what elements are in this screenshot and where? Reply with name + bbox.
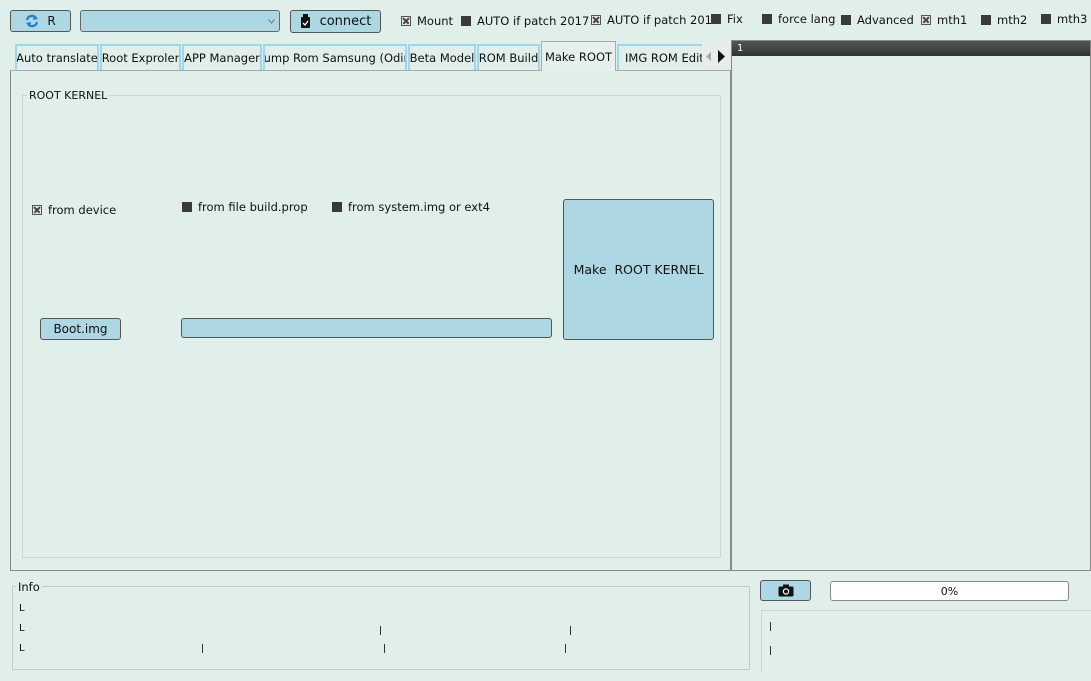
refresh-icon	[26, 14, 39, 28]
mount-checkbox-label: Mount	[417, 14, 454, 28]
auto-patch-2016-checkbox-box[interactable]	[591, 15, 601, 25]
from-build-prop-checkbox-box[interactable]	[182, 202, 192, 212]
tab-scroll-next[interactable]	[714, 44, 729, 68]
info-separator	[384, 644, 385, 653]
tab-scroll-prev[interactable]	[702, 44, 714, 68]
tab-make-root-label: Make ROOT	[544, 49, 613, 64]
mth2-checkbox[interactable]: mth2	[981, 13, 1027, 27]
info-separator	[570, 626, 571, 635]
status-panel	[761, 610, 1091, 672]
tab-rom-build-label: ROM Build	[478, 51, 539, 65]
advanced-checkbox-label: Advanced	[857, 13, 914, 27]
mount-checkbox[interactable]: Mount	[401, 14, 453, 28]
tab-dump-rom-samsung[interactable]: Dump Rom Samsung (Odin)	[263, 44, 407, 70]
force-lang-checkbox-label: force lang	[778, 12, 836, 26]
refresh-label: R	[47, 14, 56, 28]
from-system-img-checkbox-label: from system.img or ext4	[348, 200, 490, 214]
arrow-right-icon	[718, 49, 725, 63]
from-device-checkbox-box[interactable]	[32, 205, 42, 215]
from-build-prop-checkbox[interactable]: from file build.prop	[182, 200, 308, 214]
fix-checkbox[interactable]: Fix	[711, 12, 743, 26]
mth3-checkbox-box[interactable]	[1041, 14, 1051, 24]
from-build-prop-checkbox-label: from file build.prop	[198, 200, 308, 214]
tab-beta-model-label: Beta Model	[409, 51, 475, 65]
tab-app-manager-label: APP Manager	[184, 51, 260, 65]
tab-make-root[interactable]: Make ROOT	[541, 41, 616, 71]
connect-button[interactable]: connect	[290, 10, 381, 33]
info-separator	[202, 644, 203, 653]
screenshot-button[interactable]	[760, 580, 811, 601]
root-kernel-group-title: ROOT KERNEL	[27, 89, 110, 102]
mth1-checkbox-box[interactable]	[921, 15, 931, 25]
tab-dump-rom-samsung-label: Dump Rom Samsung (Odin)	[263, 51, 405, 65]
auto-patch-2017-checkbox[interactable]: AUTO if patch 2017	[461, 14, 589, 28]
info-line-3: L	[19, 643, 25, 654]
from-device-checkbox-label: from device	[48, 203, 117, 217]
camera-icon	[778, 584, 793, 597]
mth1-checkbox[interactable]: mth1	[921, 13, 967, 27]
log-panel[interactable]	[731, 40, 1091, 571]
tab-app-manager[interactable]: APP Manager	[182, 44, 262, 70]
advanced-checkbox-box[interactable]	[841, 15, 851, 25]
boot-img-path-field[interactable]	[181, 318, 552, 338]
refresh-button[interactable]: R	[10, 10, 71, 32]
info-group-title: Info	[16, 580, 42, 594]
tab-auto-translate[interactable]: Auto translate	[15, 44, 99, 70]
mth2-checkbox-box[interactable]	[981, 15, 991, 25]
boot-img-button-label: Boot.img	[53, 322, 108, 336]
from-system-img-checkbox[interactable]: from system.img or ext4	[332, 200, 490, 214]
status-separator	[770, 646, 771, 655]
tab-root-exproler[interactable]: Root Exproler	[100, 44, 181, 70]
arrow-left-icon	[705, 51, 711, 61]
auto-patch-2017-checkbox-label: AUTO if patch 2017	[477, 14, 590, 28]
info-separator	[380, 626, 381, 635]
log-panel-header: 1	[732, 41, 1090, 56]
mth3-checkbox[interactable]: mth3	[1041, 12, 1087, 26]
info-line-1: L	[19, 603, 25, 614]
boot-img-button[interactable]: Boot.img	[40, 318, 121, 340]
device-select[interactable]	[80, 10, 280, 32]
tab-root-exproler-label: Root Exproler	[101, 51, 180, 65]
tab-auto-translate-label: Auto translate	[16, 51, 98, 65]
make-root-kernel-button-label: Make ROOT KERNEL	[573, 262, 704, 277]
log-panel-header-text: 1	[737, 43, 744, 54]
make-root-kernel-button[interactable]: Make ROOT KERNEL	[563, 199, 714, 340]
auto-patch-2017-checkbox-box[interactable]	[461, 16, 471, 26]
info-group	[12, 586, 750, 670]
from-device-checkbox[interactable]: from device	[32, 203, 116, 217]
progress-bar: 0%	[830, 581, 1069, 601]
tab-img-rom-editor-label: IMG ROM Editor	[625, 51, 703, 65]
connect-label: connect	[319, 14, 372, 29]
fix-checkbox-box[interactable]	[711, 14, 721, 24]
info-separator	[565, 644, 566, 653]
mount-checkbox-box[interactable]	[401, 16, 411, 26]
progress-text: 0%	[940, 585, 959, 598]
auto-patch-2016-checkbox[interactable]: AUTO if patch 2016	[591, 13, 719, 27]
advanced-checkbox[interactable]: Advanced	[841, 13, 914, 27]
fix-checkbox-label: Fix	[727, 12, 743, 26]
info-line-2: L	[19, 623, 25, 634]
chevron-down-icon	[268, 19, 275, 24]
tab-rom-build[interactable]: ROM Build	[477, 44, 540, 70]
tab-img-rom-editor[interactable]: IMG ROM Editor	[617, 44, 703, 70]
status-separator	[770, 622, 771, 631]
auto-patch-2016-checkbox-label: AUTO if patch 2016	[607, 13, 720, 27]
force-lang-checkbox-box[interactable]	[762, 14, 772, 24]
from-system-img-checkbox-box[interactable]	[332, 202, 342, 212]
mth3-checkbox-label: mth3	[1057, 12, 1088, 26]
tab-beta-model[interactable]: Beta Model	[408, 44, 476, 70]
mth2-checkbox-label: mth2	[997, 13, 1028, 27]
force-lang-checkbox[interactable]: force lang	[762, 12, 835, 26]
mth1-checkbox-label: mth1	[937, 13, 968, 27]
usb-phone-icon	[300, 14, 310, 28]
